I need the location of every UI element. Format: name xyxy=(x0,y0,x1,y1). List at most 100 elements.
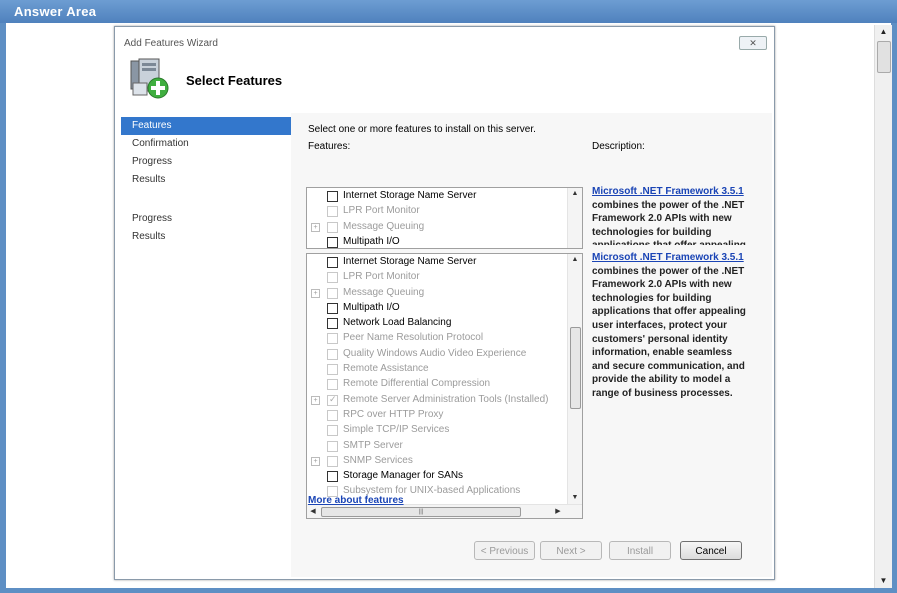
nav-item-progress[interactable]: Progress xyxy=(121,153,291,171)
feature-label: LPR Port Monitor xyxy=(343,205,420,217)
feature-label: Peer Name Resolution Protocol xyxy=(343,332,484,344)
description-label: Description: xyxy=(592,141,645,152)
description-full: Microsoft .NET Framework 3.5.1 combines … xyxy=(592,251,747,401)
nav-item-results[interactable]: Results xyxy=(121,171,291,189)
next-button[interactable]: Next > xyxy=(540,541,602,560)
wizard-nav: Features Confirmation Progress Results P… xyxy=(121,117,291,246)
feature-row[interactable]: Remote Assistance xyxy=(307,361,567,376)
nav-item-features[interactable]: Features xyxy=(121,117,291,135)
description-text: combines the power of the .NET Framework… xyxy=(592,199,746,245)
install-button[interactable]: Install xyxy=(609,541,671,560)
feature-label: SMTP Server xyxy=(343,439,403,451)
expand-icon[interactable]: + xyxy=(311,456,320,466)
close-button[interactable]: ✕ xyxy=(739,36,767,50)
feature-row[interactable]: Internet Storage Name Server xyxy=(307,188,567,203)
feature-row[interactable]: Quality Windows Audio Video Experience xyxy=(307,346,567,361)
feature-row[interactable]: + Message Queuing xyxy=(307,285,567,300)
feature-checkbox[interactable] xyxy=(327,191,338,202)
scroll-up-icon[interactable]: ▲ xyxy=(568,254,582,266)
more-about-features-link[interactable]: More about features xyxy=(308,495,404,506)
feature-row[interactable]: Internet Storage Name Server xyxy=(307,254,567,269)
bottom-frame xyxy=(0,588,897,593)
feature-row[interactable]: + ✓ Remote Server Administration Tools (In… xyxy=(307,392,567,407)
features-label: Features: xyxy=(308,141,351,152)
feature-row[interactable]: Storage Manager for SANs xyxy=(307,468,567,483)
feature-label: Remote Server Administration Tools (Inst… xyxy=(343,393,549,405)
feature-checkbox xyxy=(327,364,338,376)
feature-label: Message Queuing xyxy=(343,220,425,232)
feature-row[interactable]: Peer Name Resolution Protocol xyxy=(307,330,567,345)
description-link-2[interactable]: Microsoft .NET Framework 3.5.1 xyxy=(592,252,744,263)
features-list-vscroll[interactable]: ▲ ▼ xyxy=(567,254,582,504)
feature-row[interactable]: LPR Port Monitor xyxy=(307,269,567,284)
wizard-title: Add Features Wizard xyxy=(124,38,218,49)
expand-icon[interactable]: + xyxy=(311,395,320,405)
feature-row[interactable]: RPC over HTTP Proxy xyxy=(307,407,567,422)
features-list-vscroll-thumb[interactable] xyxy=(570,327,581,409)
features-list-hscroll[interactable]: ◀ ||| ▶ xyxy=(307,504,582,518)
feature-label: Internet Storage Name Server xyxy=(343,256,477,267)
features-list-hscroll-thumb[interactable]: ||| xyxy=(321,507,521,517)
feature-row[interactable]: LPR Port Monitor xyxy=(307,203,567,218)
feature-checkbox xyxy=(327,348,338,360)
feature-checkbox xyxy=(327,455,338,467)
close-icon: ✕ xyxy=(749,38,757,48)
scroll-up-icon[interactable]: ▲ xyxy=(568,188,582,200)
feature-checkbox xyxy=(327,206,338,218)
feature-checkbox xyxy=(327,333,338,345)
previous-button[interactable]: < Previous xyxy=(474,541,535,560)
feature-row[interactable]: Multipath I/O xyxy=(307,300,567,315)
feature-checkbox[interactable] xyxy=(327,318,338,330)
description-link[interactable]: Microsoft .NET Framework 3.5.1 xyxy=(592,186,744,197)
feature-row[interactable]: SMTP Server xyxy=(307,438,567,453)
feature-row[interactable]: Remote Differential Compression xyxy=(307,376,567,391)
expand-icon[interactable]: + xyxy=(311,288,320,298)
scroll-down-icon[interactable]: ▼ xyxy=(568,492,582,504)
feature-checkbox xyxy=(327,379,338,391)
wizard-content: Features Confirmation Progress Results P… xyxy=(115,113,772,577)
feature-checkbox xyxy=(327,221,338,233)
feature-checkbox xyxy=(327,440,338,452)
feature-checkbox xyxy=(327,287,338,299)
feature-label: Internet Storage Name Server xyxy=(343,190,477,201)
feature-label: RPC over HTTP Proxy xyxy=(343,408,444,420)
features-list-preview[interactable]: Internet Storage Name Server LPR Port Mon… xyxy=(306,187,583,249)
scroll-right-icon[interactable]: ▶ xyxy=(552,505,564,518)
feature-checkbox: ✓ xyxy=(327,393,338,406)
feature-row[interactable]: Multipath I/O xyxy=(307,234,567,248)
page-title: Select Features xyxy=(186,73,283,88)
expand-icon[interactable]: + xyxy=(311,222,320,232)
description-text-2: combines the power of the .NET Framework… xyxy=(592,265,746,399)
feature-row[interactable]: Simple TCP/IP Services xyxy=(307,422,567,437)
feature-row[interactable]: + SNMP Services xyxy=(307,453,567,468)
answer-area-header: Answer Area xyxy=(0,0,897,23)
page-scroll-thumb[interactable] xyxy=(877,41,891,73)
features-list-preview-scrollbar[interactable]: ▲ xyxy=(567,188,582,248)
instruction-text: Select one or more features to install o… xyxy=(308,124,536,135)
feature-checkbox[interactable] xyxy=(327,471,338,483)
scroll-up-icon[interactable]: ▲ xyxy=(875,25,892,39)
page-scrollbar[interactable]: ▲ ▼ xyxy=(874,25,892,588)
feature-label: Remote Assistance xyxy=(343,363,429,375)
feature-checkbox xyxy=(327,272,338,284)
feature-checkbox xyxy=(327,425,338,437)
feature-label: Simple TCP/IP Services xyxy=(343,424,450,436)
nav-item-confirmation[interactable]: Confirmation xyxy=(121,135,291,153)
nav-item-results-2[interactable]: Results xyxy=(121,228,291,246)
feature-checkbox[interactable] xyxy=(327,257,338,268)
feature-row[interactable]: + Message Queuing xyxy=(307,219,567,234)
feature-label: Multipath I/O xyxy=(343,301,400,313)
description-preview: Microsoft .NET Framework 3.5.1 combines … xyxy=(592,185,747,245)
feature-label: Storage Manager for SANs xyxy=(343,470,464,482)
scroll-down-icon[interactable]: ▼ xyxy=(875,574,892,588)
feature-checkbox xyxy=(327,409,338,421)
feature-checkbox[interactable] xyxy=(327,236,338,248)
feature-checkbox[interactable] xyxy=(327,302,338,314)
nav-item-progress-2[interactable]: Progress xyxy=(121,210,291,228)
scroll-left-icon[interactable]: ◀ xyxy=(307,505,319,518)
feature-label: Remote Differential Compression xyxy=(343,378,491,390)
features-list[interactable]: Internet Storage Name Server LPR Port Mon… xyxy=(306,253,583,519)
feature-row[interactable]: Network Load Balancing xyxy=(307,315,567,330)
cancel-button[interactable]: Cancel xyxy=(680,541,742,560)
feature-label: Multipath I/O xyxy=(343,235,400,247)
